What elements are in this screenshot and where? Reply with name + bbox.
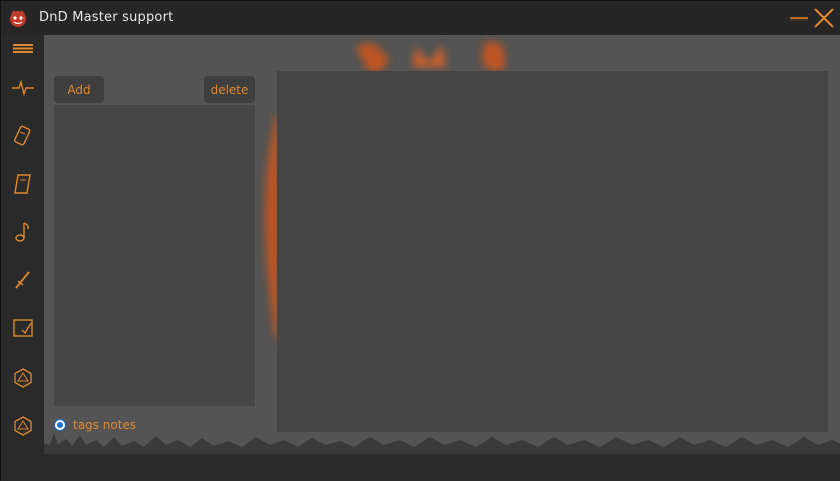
scroll-icon	[14, 174, 31, 194]
dagger-icon	[15, 271, 30, 289]
main-content: Add delete tags notes	[44, 35, 840, 454]
note-editor[interactable]	[277, 71, 828, 432]
sidebar-item-health[interactable]	[10, 75, 36, 101]
tags-notes-option[interactable]: tags notes	[54, 417, 136, 433]
sidebar-item-notes[interactable]	[10, 315, 36, 341]
music-note-icon	[15, 222, 29, 242]
delete-button[interactable]: delete	[204, 76, 255, 103]
add-button[interactable]: Add	[54, 76, 104, 103]
window-title: DnD Master support	[39, 10, 174, 25]
sidebar-item-scroll[interactable]	[10, 171, 36, 197]
close-icon[interactable]	[813, 7, 835, 29]
sidebar-item-weapons[interactable]	[10, 267, 36, 293]
radio-selected-dot	[57, 422, 63, 428]
sidebar-item-menu[interactable]	[10, 35, 36, 61]
minimize-icon[interactable]	[789, 11, 809, 25]
d20-icon	[14, 368, 32, 388]
app-logo-icon	[10, 10, 26, 27]
sidebar	[1, 35, 44, 481]
sidebar-item-d20-a[interactable]	[10, 365, 36, 391]
app-window: DnD Master support Add delete tags notes	[0, 0, 840, 481]
sidebar-item-dice[interactable]	[10, 123, 36, 149]
heartbeat-icon	[12, 79, 34, 97]
notes-check-icon	[13, 319, 33, 337]
bottom-bar	[44, 454, 840, 481]
dice-icon	[14, 125, 31, 146]
sidebar-item-d20-b[interactable]	[10, 413, 36, 439]
title-bar[interactable]: DnD Master support	[1, 1, 840, 35]
sidebar-item-music[interactable]	[10, 219, 36, 245]
notes-list[interactable]	[54, 105, 255, 406]
tags-notes-label: tags notes	[73, 418, 137, 432]
menu-icon	[13, 44, 33, 53]
tags-notes-radio[interactable]	[54, 419, 66, 431]
d20-icon	[14, 416, 32, 436]
